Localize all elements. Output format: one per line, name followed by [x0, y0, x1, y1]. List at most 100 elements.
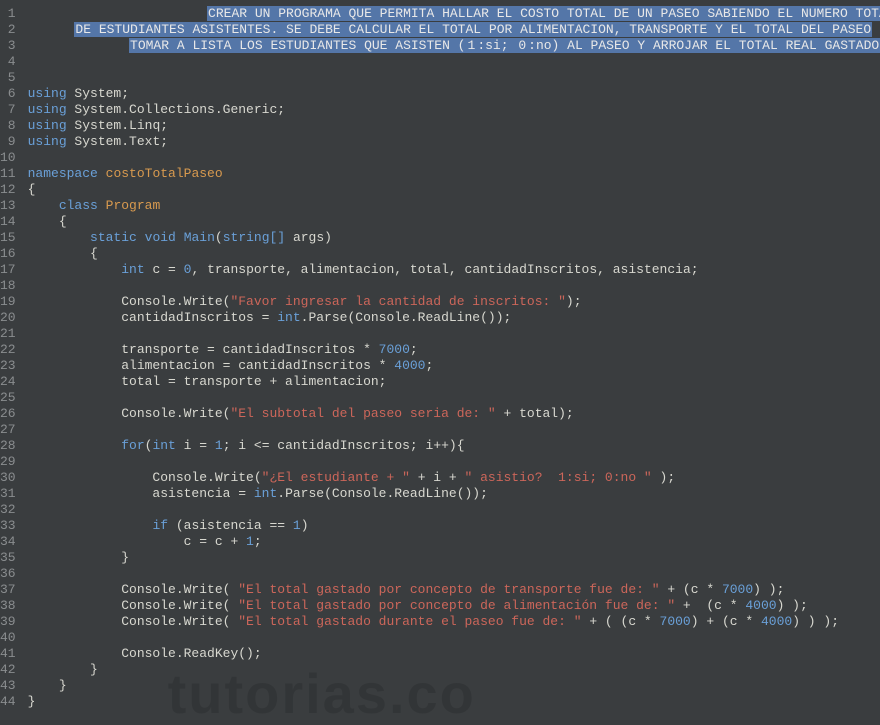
code-token: + ( (c * [582, 614, 660, 629]
code-token: static [90, 230, 137, 245]
code-token [98, 166, 106, 181]
code-token: ) + (c * [691, 614, 761, 629]
code-line[interactable]: asistencia = int.Parse(Console.ReadLine(… [28, 486, 880, 502]
code-line[interactable]: { [28, 246, 880, 262]
code-token [28, 262, 122, 277]
code-token: (asistencia == [168, 518, 293, 533]
code-line[interactable]: class Program [28, 198, 880, 214]
line-number: 6 [0, 86, 16, 102]
code-token: 4000 [761, 614, 792, 629]
line-number: 41 [0, 646, 16, 662]
code-line[interactable]: { [28, 214, 880, 230]
code-line[interactable]: using System.Text; [28, 134, 880, 150]
line-number: 26 [0, 406, 16, 422]
code-token: + i + [410, 470, 465, 485]
code-line[interactable]: Console.Write( "El total gastado por con… [28, 582, 880, 598]
code-token: Console.Write( [28, 406, 231, 421]
code-token: Main [184, 230, 215, 245]
code-token: :si; [476, 38, 517, 53]
line-number: 23 [0, 358, 16, 374]
line-number: 22 [0, 342, 16, 358]
code-token: "¿El estudiante + " [262, 470, 410, 485]
code-token: .Parse(Console.ReadLine()); [277, 486, 488, 501]
line-number: 43 [0, 678, 16, 694]
code-line[interactable]: for(int i = 1; i <= cantidadInscritos; i… [28, 438, 880, 454]
code-token: + (c * [660, 582, 722, 597]
code-line[interactable]: c = c + 1; [28, 534, 880, 550]
code-token: DE ESTUDIANTES ASISTENTES. SE DEBE CALCU… [74, 22, 872, 37]
code-line[interactable] [28, 326, 880, 342]
code-line[interactable]: alimentacion = cantidadInscritos * 4000; [28, 358, 880, 374]
line-number-gutter: 1234567891011121314151617181920212223242… [0, 6, 28, 720]
code-line[interactable]: if (asistencia == 1) [28, 518, 880, 534]
code-token: using [28, 118, 67, 133]
code-area[interactable]: tutorias.co CREAR UN PROGRAMA QUE PERMIT… [28, 6, 880, 720]
code-token: int [121, 262, 144, 277]
code-token: 1 [293, 518, 301, 533]
code-token: { [28, 214, 67, 229]
code-line[interactable]: Console.Write("El subtotal del paseo ser… [28, 406, 880, 422]
code-token: System; [67, 86, 129, 101]
code-line[interactable]: namespace costoTotalPaseo [28, 166, 880, 182]
code-line[interactable]: Console.Write( "El total gastado durante… [28, 614, 880, 630]
code-line[interactable] [28, 278, 880, 294]
line-number: 12 [0, 182, 16, 198]
code-token: System.Text; [67, 134, 168, 149]
code-line[interactable]: total = transporte + alimentacion; [28, 374, 880, 390]
code-token [28, 6, 207, 21]
code-line[interactable] [28, 502, 880, 518]
code-line[interactable]: TOMAR A LISTA LOS ESTUDIANTES QUE ASISTE… [28, 38, 880, 54]
code-line[interactable]: } [28, 662, 880, 678]
code-token: Console.Write( [28, 598, 239, 613]
code-token: "Favor ingresar la cantidad de inscritos… [230, 294, 565, 309]
line-number: 3 [0, 38, 16, 54]
code-line[interactable]: cantidadInscritos = int.Parse(Console.Re… [28, 310, 880, 326]
line-number: 9 [0, 134, 16, 150]
line-number: 25 [0, 390, 16, 406]
code-line[interactable] [28, 70, 880, 86]
line-number: 33 [0, 518, 16, 534]
code-line[interactable]: int c = 0, transporte, alimentacion, tot… [28, 262, 880, 278]
code-token: alimentacion = cantidadInscritos * [28, 358, 395, 373]
code-line[interactable]: } [28, 694, 880, 710]
code-line[interactable] [28, 390, 880, 406]
code-line[interactable]: Console.Write("Favor ingresar la cantida… [28, 294, 880, 310]
code-line[interactable]: using System; [28, 86, 880, 102]
code-line[interactable] [28, 566, 880, 582]
code-line[interactable]: using System.Linq; [28, 118, 880, 134]
code-line[interactable] [28, 454, 880, 470]
code-line[interactable]: Console.Write("¿El estudiante + " + i + … [28, 470, 880, 486]
code-line[interactable]: Console.Write( "El total gastado por con… [28, 598, 880, 614]
code-line[interactable] [28, 54, 880, 70]
line-number: 7 [0, 102, 16, 118]
code-token: ) ) ); [792, 614, 839, 629]
code-line[interactable]: transporte = cantidadInscritos * 7000; [28, 342, 880, 358]
code-line[interactable]: DE ESTUDIANTES ASISTENTES. SE DEBE CALCU… [28, 22, 880, 38]
code-line[interactable]: { [28, 182, 880, 198]
code-token: using [28, 134, 67, 149]
code-line[interactable] [28, 422, 880, 438]
code-token: costoTotalPaseo [106, 166, 223, 181]
code-token: 0 [517, 38, 527, 53]
code-token: class [59, 198, 98, 213]
code-token: } [28, 694, 36, 709]
code-line[interactable]: static void Main(string[] args) [28, 230, 880, 246]
code-token: using [28, 102, 67, 117]
code-token [176, 230, 184, 245]
code-line[interactable] [28, 630, 880, 646]
code-token [28, 518, 153, 533]
code-line[interactable]: } [28, 678, 880, 694]
code-editor[interactable]: 1234567891011121314151617181920212223242… [0, 0, 880, 720]
code-token: 1 [246, 534, 254, 549]
code-token: 7000 [722, 582, 753, 597]
code-token: "El total gastado durante el paseo fue d… [238, 614, 581, 629]
code-token: "El subtotal del paseo seria de: " [230, 406, 495, 421]
code-line[interactable] [28, 150, 880, 166]
line-number: 29 [0, 454, 16, 470]
code-line[interactable]: } [28, 550, 880, 566]
code-line[interactable]: using System.Collections.Generic; [28, 102, 880, 118]
code-line[interactable]: Console.ReadKey(); [28, 646, 880, 662]
code-line[interactable]: CREAR UN PROGRAMA QUE PERMITA HALLAR EL … [28, 6, 880, 22]
line-number: 11 [0, 166, 16, 182]
line-number: 30 [0, 470, 16, 486]
